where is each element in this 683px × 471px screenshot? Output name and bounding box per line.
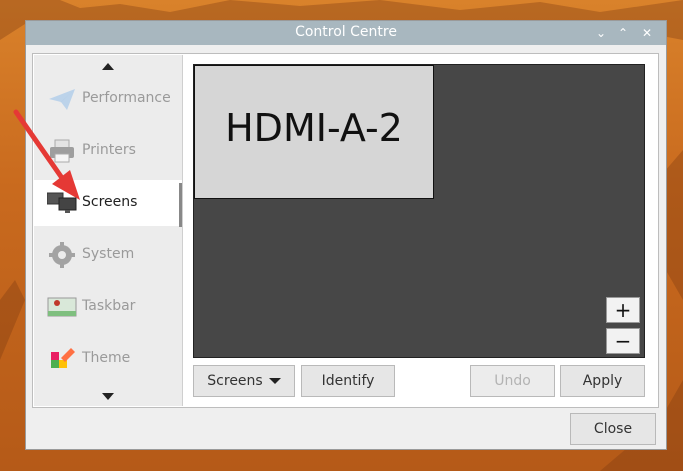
monitor-label: HDMI-A-2: [225, 106, 403, 150]
sidebar-item-taskbar[interactable]: Taskbar: [34, 284, 182, 330]
sidebar-item-label: Theme: [82, 350, 131, 366]
apply-button[interactable]: Apply: [560, 365, 645, 397]
chevron-down-icon: [268, 378, 281, 384]
sidebar: Performance Printers Screens System Task…: [34, 55, 183, 406]
taskbar-icon: [47, 297, 77, 317]
screens-menu-button[interactable]: Screens: [193, 365, 295, 397]
sidebar-item-label: Screens: [82, 194, 138, 210]
titlebar[interactable]: Control Centre ⌄ ⌃ ✕: [26, 21, 666, 45]
close-window-button[interactable]: ✕: [637, 23, 657, 43]
undo-button[interactable]: Undo: [470, 365, 555, 397]
printer-icon: [50, 139, 74, 163]
paper-plane-icon: [49, 89, 75, 110]
sidebar-item-system[interactable]: System: [34, 232, 182, 278]
scroll-up-arrow-icon[interactable]: [102, 63, 114, 70]
close-button[interactable]: Close: [570, 413, 656, 445]
theme-icon: [51, 348, 75, 368]
sidebar-item-screens[interactable]: Screens: [34, 180, 182, 226]
screen-layout-canvas[interactable]: HDMI-A-2 + −: [193, 64, 645, 358]
content-frame: Performance Printers Screens System Task…: [32, 53, 659, 408]
scroll-down-arrow-icon[interactable]: [102, 393, 114, 400]
zoom-in-button[interactable]: +: [606, 297, 640, 323]
gear-icon: [49, 242, 75, 268]
zoom-out-button[interactable]: −: [606, 328, 640, 354]
sidebar-item-theme[interactable]: Theme: [34, 336, 182, 382]
sidebar-item-printers[interactable]: Printers: [34, 128, 182, 174]
sidebar-item-performance[interactable]: Performance: [34, 76, 182, 122]
sidebar-item-label: Taskbar: [82, 298, 136, 314]
maximize-button[interactable]: ⌃: [613, 23, 633, 43]
sidebar-scrollbar[interactable]: [179, 183, 182, 227]
sidebar-item-label: System: [82, 246, 135, 262]
monitors-icon: [47, 192, 77, 213]
monitor-hdmi-a-2[interactable]: HDMI-A-2: [194, 65, 434, 199]
control-centre-window: Control Centre ⌄ ⌃ ✕ Performance Printer…: [25, 20, 667, 450]
sidebar-item-label: Performance: [82, 90, 171, 106]
window-title: Control Centre: [295, 24, 397, 40]
identify-button[interactable]: Identify: [301, 365, 395, 397]
screens-menu-label: Screens: [207, 373, 263, 389]
sidebar-item-label: Printers: [82, 142, 136, 158]
minimize-button[interactable]: ⌄: [591, 23, 611, 43]
